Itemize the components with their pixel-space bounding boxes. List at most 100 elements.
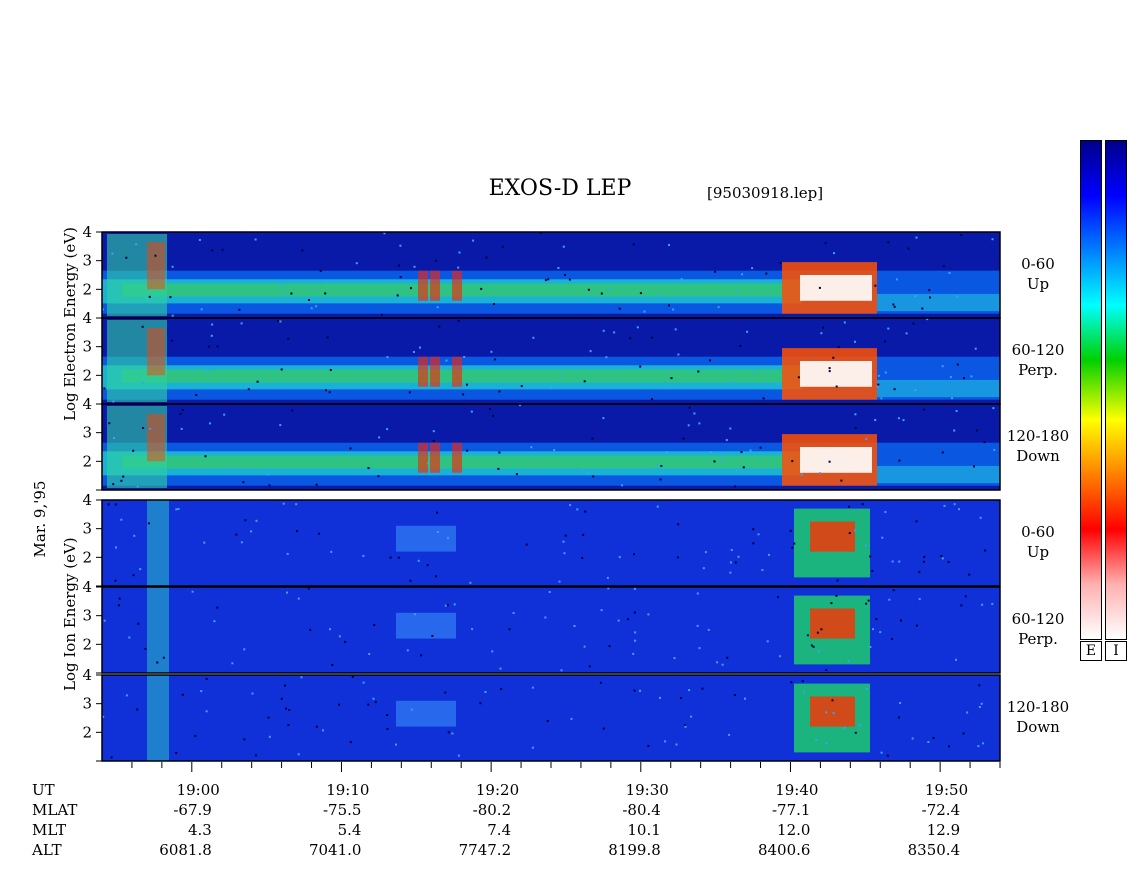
noise-speck	[489, 407, 491, 410]
colorbar-ion-label: I	[1105, 641, 1127, 661]
noise-speck	[410, 708, 413, 711]
noise-speck	[768, 553, 770, 556]
noise-speck	[665, 451, 668, 454]
noise-speck	[287, 337, 290, 340]
noise-speck	[221, 248, 224, 251]
noise-speck	[832, 356, 835, 359]
noise-speck	[875, 618, 878, 621]
noise-speck	[618, 556, 621, 559]
pitch-range: 120-180	[1006, 698, 1070, 716]
noise-speck	[564, 534, 567, 537]
noise-speck	[113, 437, 115, 439]
noise-speck	[494, 358, 497, 361]
noise-speck	[690, 715, 693, 718]
electron-cusp-core	[800, 361, 872, 387]
noise-speck	[501, 245, 504, 248]
noise-speck	[825, 742, 828, 745]
noise-speck	[562, 245, 565, 248]
noise-speck	[373, 624, 376, 626]
noise-speck	[586, 472, 589, 474]
ion-early-burst	[147, 587, 169, 673]
noise-speck	[676, 556, 679, 559]
noise-speck	[898, 716, 900, 719]
noise-speck	[734, 485, 737, 488]
noise-speck	[668, 304, 670, 307]
noise-speck	[338, 703, 341, 706]
noise-speck	[789, 529, 792, 532]
noise-speck	[790, 681, 793, 684]
noise-speck	[744, 697, 746, 700]
noise-speck	[741, 273, 744, 276]
noise-speck	[286, 591, 288, 594]
ephemeris-value: 19:50	[924, 781, 969, 799]
noise-speck	[956, 363, 959, 366]
noise-speck	[399, 276, 402, 279]
ion-early-burst	[147, 675, 169, 761]
noise-speck	[144, 647, 147, 650]
ion-axis-label: Log Ion Energy (eV)	[61, 537, 79, 691]
colorbar-electron-label: E	[1080, 641, 1102, 661]
noise-speck	[943, 504, 946, 507]
noise-speck	[887, 241, 890, 244]
noise-speck	[243, 648, 246, 651]
noise-speck	[859, 724, 862, 727]
noise-speck	[822, 326, 825, 329]
y-tick-label: 3	[82, 338, 92, 356]
noise-speck	[254, 238, 257, 241]
ephemeris-value: -67.9	[173, 801, 212, 819]
electron-early-peak	[147, 414, 165, 462]
noise-speck	[132, 574, 135, 577]
noise-speck	[244, 519, 247, 522]
noise-speck	[941, 365, 944, 368]
noise-speck	[326, 280, 329, 283]
noise-speck	[980, 702, 983, 705]
noise-speck	[820, 332, 823, 335]
noise-speck	[832, 712, 835, 715]
electron-spike	[430, 442, 440, 473]
noise-speck	[923, 556, 926, 558]
noise-speck	[651, 398, 653, 401]
noise-speck	[584, 510, 587, 513]
noise-speck	[854, 413, 857, 416]
pitch-angle-label: 120-180 Down	[1003, 697, 1073, 737]
noise-speck	[285, 707, 287, 710]
y-tick-label: 2	[82, 635, 92, 653]
pitch-direction: Down	[1016, 447, 1060, 465]
noise-speck	[608, 645, 611, 648]
noise-speck	[880, 397, 883, 400]
noise-speck	[633, 689, 636, 692]
noise-speck	[374, 701, 377, 704]
noise-speck	[532, 336, 535, 339]
noise-speck	[548, 591, 551, 593]
noise-speck	[752, 528, 755, 531]
noise-speck	[888, 598, 891, 601]
noise-speck	[583, 380, 586, 383]
noise-speck	[136, 485, 139, 488]
noise-speck	[581, 556, 584, 559]
electron-early-peak	[147, 242, 165, 290]
noise-speck	[697, 370, 700, 373]
noise-speck	[139, 568, 142, 571]
noise-speck	[677, 353, 680, 356]
noise-speck	[828, 460, 831, 463]
noise-speck	[235, 533, 238, 536]
noise-speck	[308, 299, 310, 301]
noise-speck	[462, 393, 465, 396]
noise-speck	[922, 560, 925, 563]
noise-speck	[884, 371, 887, 374]
noise-speck	[702, 567, 705, 570]
noise-speck	[982, 742, 985, 745]
noise-speck	[198, 239, 201, 241]
noise-speck	[824, 242, 827, 245]
noise-speck	[319, 269, 322, 272]
noise-speck	[940, 555, 943, 557]
noise-speck	[211, 323, 214, 326]
noise-speck	[301, 249, 304, 252]
noise-speck	[417, 559, 420, 562]
noise-speck	[453, 603, 456, 606]
noise-speck	[544, 616, 547, 619]
noise-speck	[436, 306, 439, 309]
noise-speck	[171, 314, 174, 317]
noise-speck	[670, 377, 673, 380]
noise-speck	[613, 331, 616, 334]
